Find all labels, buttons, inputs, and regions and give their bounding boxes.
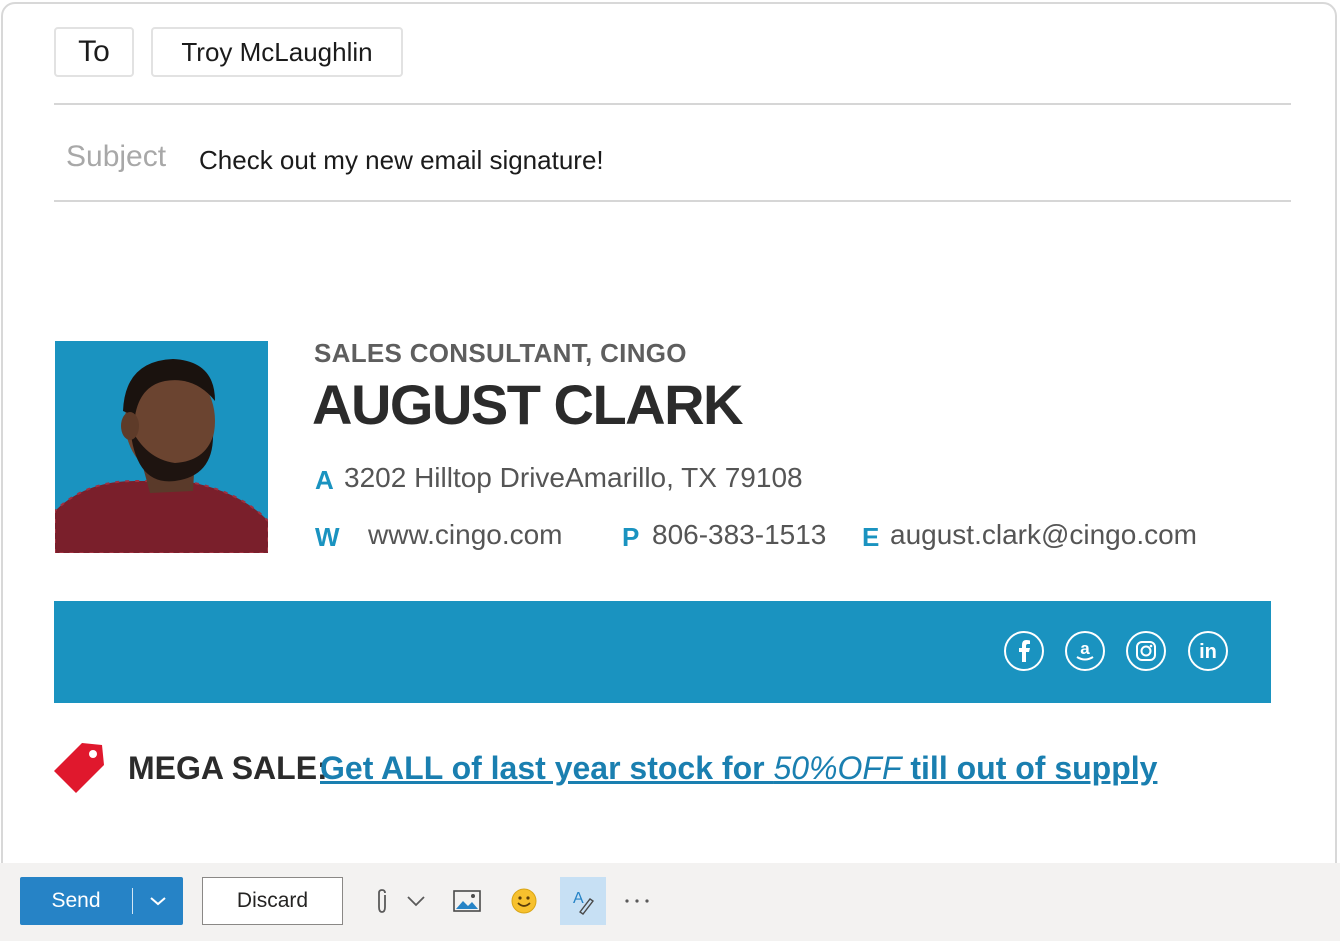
price-tag-icon bbox=[52, 741, 106, 795]
to-button[interactable]: To bbox=[54, 27, 134, 77]
divider bbox=[54, 103, 1291, 105]
promo-discount: 50%OFF bbox=[773, 750, 902, 786]
format-text-icon[interactable]: A bbox=[560, 877, 606, 925]
promo-link[interactable]: Get ALL of last year stock for 50%OFF ti… bbox=[320, 750, 1157, 787]
promo-link-text: till out of supply bbox=[901, 750, 1158, 786]
chevron-down-icon[interactable] bbox=[396, 881, 436, 921]
job-title: SALES CONSULTANT, CINGO bbox=[314, 338, 687, 368]
discard-button[interactable]: Discard bbox=[202, 877, 343, 925]
linkedin-icon[interactable]: in bbox=[1188, 631, 1228, 671]
subject-label: Subject bbox=[66, 140, 167, 173]
instagram-icon[interactable] bbox=[1126, 631, 1166, 671]
emoji-icon[interactable] bbox=[504, 881, 544, 921]
subject-input[interactable]: Check out my new email signature! bbox=[199, 145, 604, 176]
promo-label: MEGA SALE: bbox=[128, 750, 328, 786]
amazon-icon[interactable]: a bbox=[1065, 631, 1105, 671]
promo-link-text: Get ALL of last year stock for bbox=[320, 750, 774, 786]
svg-text:a: a bbox=[1080, 639, 1090, 658]
more-icon[interactable] bbox=[617, 881, 657, 921]
compose-toolbar bbox=[0, 863, 1340, 941]
svg-text:A: A bbox=[573, 890, 584, 907]
image-icon[interactable] bbox=[447, 881, 487, 921]
send-label: Send bbox=[51, 889, 101, 912]
divider bbox=[54, 200, 1291, 202]
website-link[interactable]: www.cingo.com bbox=[368, 519, 563, 551]
website-label: W bbox=[315, 522, 340, 552]
svg-text:in: in bbox=[1199, 641, 1217, 662]
address-text: 3202 Hilltop DriveAmarillo, TX 79108 bbox=[344, 462, 803, 493]
email-link[interactable]: august.clark@cingo.com bbox=[890, 519, 1197, 551]
person-name: AUGUST CLARK bbox=[312, 373, 743, 436]
send-button[interactable]: Send bbox=[20, 877, 183, 925]
divider bbox=[132, 888, 133, 914]
recipient-chip[interactable]: Troy McLaughlin bbox=[151, 27, 403, 77]
chevron-down-icon[interactable] bbox=[133, 896, 183, 906]
facebook-icon[interactable] bbox=[1004, 631, 1044, 671]
phone-label: P bbox=[622, 522, 640, 552]
phone-text: 806-383-1513 bbox=[652, 519, 827, 550]
email-label: E bbox=[862, 522, 880, 552]
profile-photo bbox=[55, 341, 268, 553]
address-label: A bbox=[315, 465, 334, 495]
